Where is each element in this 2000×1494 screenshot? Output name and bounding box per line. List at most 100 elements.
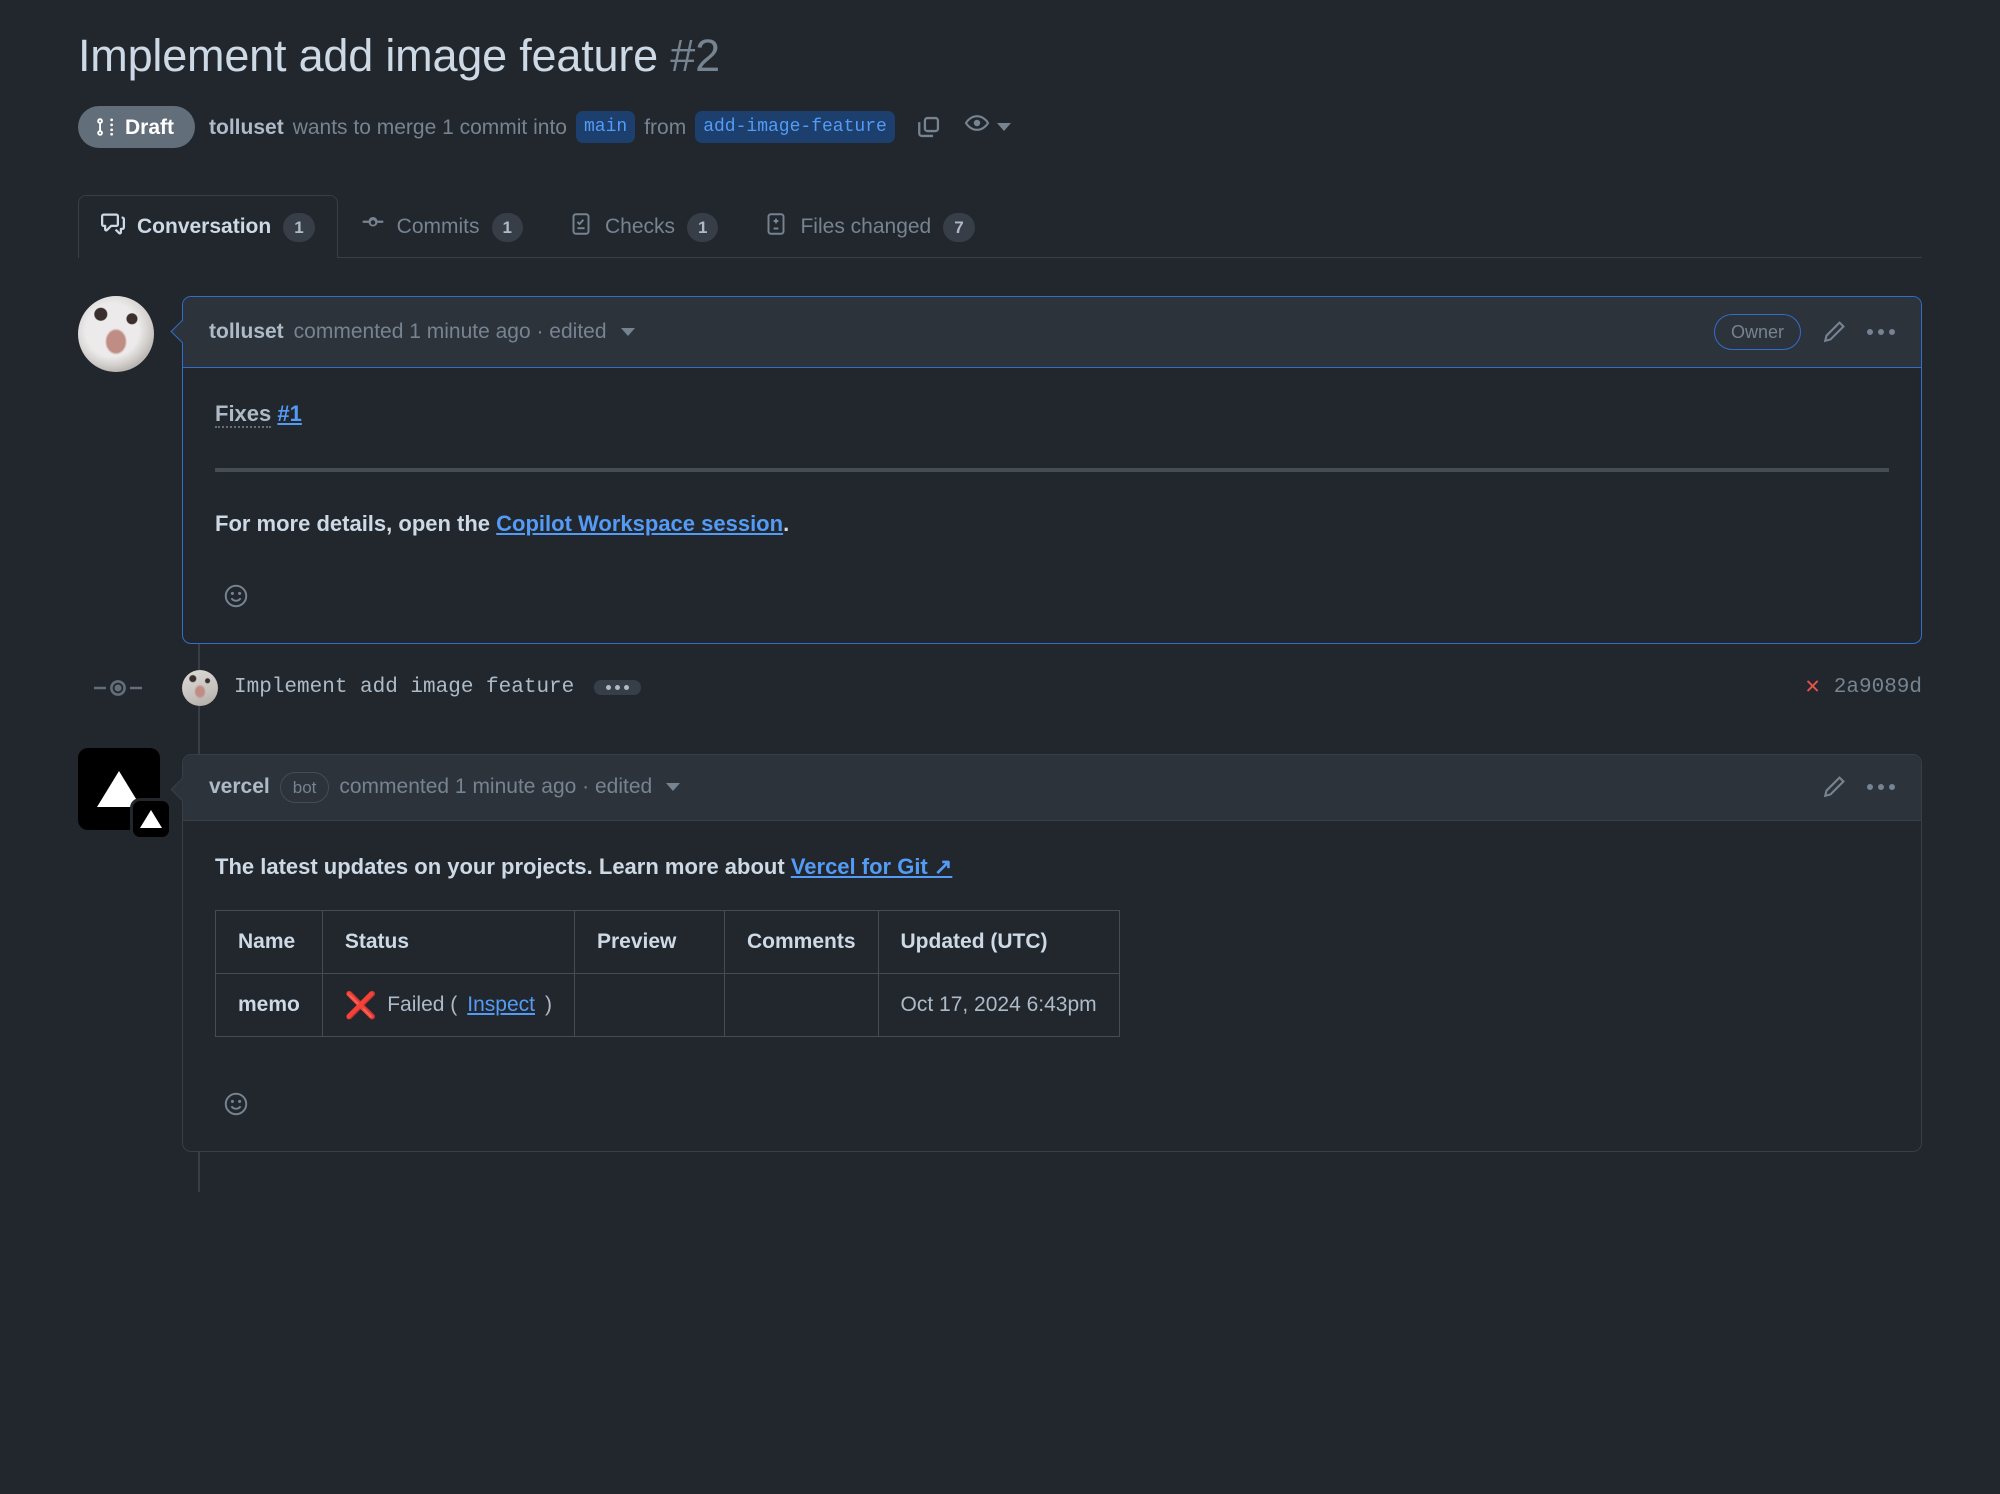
pencil-icon[interactable]: [1821, 319, 1847, 345]
reaction-row: [183, 561, 1921, 643]
comment-timestamp: commented 1 minute ago · edited: [293, 320, 607, 344]
eye-icon: [963, 110, 991, 144]
detail-line: For more details, open the Copilot Works…: [215, 506, 1889, 541]
comment-header: tolluset commented 1 minute ago · edited…: [183, 297, 1921, 369]
status-badge-label: Draft: [125, 115, 175, 139]
base-branch-chip[interactable]: main: [575, 111, 636, 144]
merge-description: tolluset wants to merge 1 commit into ma…: [209, 110, 1011, 144]
avatar[interactable]: [78, 296, 154, 373]
comment-body: Fixes #1 For more details, open the Copi…: [183, 368, 1921, 560]
kebab-horizontal-icon[interactable]: [1867, 329, 1895, 336]
comment-actions: [1821, 774, 1895, 800]
tab-conversation-label: Conversation: [137, 215, 272, 239]
timeline-item-comment: tolluset commented 1 minute ago · edited…: [78, 296, 1922, 644]
chevron-down-icon: [996, 123, 1011, 132]
smiley-icon[interactable]: [215, 575, 257, 617]
tab-checks-count: 1: [687, 212, 719, 242]
table-header-row: Name Status Preview Comments Updated (UT…: [215, 910, 1120, 974]
comment-actions: Owner: [1713, 314, 1895, 351]
tab-commits-label: Commits: [396, 215, 480, 239]
smiley-icon[interactable]: [215, 1083, 257, 1125]
checklist-icon: [569, 212, 593, 242]
chevron-down-icon[interactable]: [620, 328, 635, 337]
author-association-badge: Owner: [1713, 314, 1801, 351]
commit-message[interactable]: Implement add image feature: [234, 676, 574, 699]
title-row: Implement add image feature #2: [78, 0, 1922, 84]
kebab-horizontal-icon[interactable]: [1867, 784, 1895, 791]
pr-author[interactable]: tolluset: [209, 113, 284, 142]
divider: [215, 467, 1889, 472]
tab-files-changed-label: Files changed: [800, 215, 932, 239]
vercel-intro-line: The latest updates on your projects. Lea…: [215, 849, 1889, 884]
timeline-item-commit: Implement add image feature ✕ 2a9089d: [94, 644, 1922, 732]
vercel-intro-bold: The latest updates on your projects.: [215, 854, 593, 880]
commit-sha[interactable]: 2a9089d: [1834, 676, 1922, 699]
table-row: memo ❌ Failed (Inspect) Oct 17, 2024 6:4…: [215, 973, 1120, 1037]
merge-text-middle: from: [644, 115, 687, 139]
copilot-workspace-link[interactable]: Copilot Workspace session: [496, 511, 783, 536]
watch-button[interactable]: [963, 110, 1011, 144]
detail-suffix: .: [783, 510, 790, 536]
tab-files-changed-count: 7: [943, 212, 975, 242]
git-commit-icon: [94, 675, 142, 701]
vercel-badge-icon: [130, 797, 172, 840]
comment-timestamp: commented 1 minute ago · edited: [339, 775, 653, 799]
git-pull-request-draft-icon: [96, 115, 116, 139]
vercel-for-git-link[interactable]: Vercel for Git ↗: [791, 854, 953, 879]
pr-tabs: Conversation 1 Commits 1 Checks 1 Files …: [78, 194, 1922, 259]
pull-request-page: Implement add image feature #2 Draft tol…: [0, 0, 2000, 1494]
pencil-icon[interactable]: [1821, 774, 1847, 800]
deployments-table: Name Status Preview Comments Updated (UT…: [215, 910, 1120, 1037]
reaction-row: [183, 1057, 1921, 1151]
head-branch-chip[interactable]: add-image-feature: [695, 111, 895, 144]
cell-preview: [573, 973, 725, 1037]
fixes-line: Fixes #1: [215, 396, 1889, 431]
commit-status-group: ✕ 2a9089d: [1805, 675, 1922, 700]
cell-status: ❌ Failed ( Inspect): [321, 973, 575, 1037]
status-badge: Draft: [78, 106, 196, 149]
column-status: Status: [321, 910, 575, 974]
fixes-label: Fixes: [215, 401, 272, 429]
git-commit-icon: [361, 212, 385, 242]
file-diff-icon: [764, 212, 788, 242]
comment-card: tolluset commented 1 minute ago · edited…: [182, 296, 1922, 644]
cell-name: memo: [215, 973, 323, 1037]
page-title: Implement add image feature #2: [78, 28, 1922, 84]
tab-conversation-count: 1: [283, 212, 315, 242]
tab-conversation[interactable]: Conversation 1: [78, 195, 338, 259]
column-preview: Preview: [573, 910, 725, 974]
comment-author[interactable]: vercel: [209, 775, 270, 799]
commit-author-avatar[interactable]: [182, 669, 218, 706]
comment-discussion-icon: [101, 212, 125, 242]
x-red-icon: ❌: [344, 989, 378, 1020]
tab-commits[interactable]: Commits 1: [338, 195, 546, 258]
copy-icon[interactable]: [916, 114, 942, 140]
tab-commits-count: 1: [491, 212, 523, 242]
vercel-intro-rest: Learn more about: [598, 854, 785, 880]
commit-menu-button[interactable]: [594, 680, 642, 696]
detail-prefix: For more details, open the: [215, 510, 491, 536]
comment-author[interactable]: tolluset: [209, 320, 284, 344]
column-name: Name: [215, 910, 323, 974]
comment-meta: vercel bot commented 1 minute ago · edit…: [209, 771, 681, 804]
x-failed-icon[interactable]: ✕: [1805, 675, 1819, 700]
pr-subheader: Draft tolluset wants to merge 1 commit i…: [78, 106, 1922, 149]
tab-checks[interactable]: Checks 1: [546, 195, 742, 258]
avatar[interactable]: [78, 747, 172, 840]
tab-files-changed[interactable]: Files changed 7: [741, 195, 997, 258]
comment-card: vercel bot commented 1 minute ago · edit…: [182, 753, 1922, 1152]
status-text-end: ): [544, 993, 552, 1016]
column-comments: Comments: [723, 910, 879, 974]
comment-header: vercel bot commented 1 minute ago · edit…: [183, 754, 1921, 822]
status-text: Failed (: [387, 993, 458, 1016]
column-updated: Updated (UTC): [877, 910, 1120, 974]
comment-meta: tolluset commented 1 minute ago · edited: [209, 320, 635, 344]
pr-title-text: Implement add image feature: [78, 30, 658, 81]
timeline-item-bot-comment: vercel bot commented 1 minute ago · edit…: [78, 747, 1922, 1152]
chevron-down-icon[interactable]: [666, 783, 681, 792]
cell-comments: [723, 973, 879, 1037]
cell-updated: Oct 17, 2024 6:43pm: [877, 973, 1120, 1037]
pr-timeline: tolluset commented 1 minute ago · edited…: [78, 296, 1922, 1192]
issue-link[interactable]: #1: [277, 401, 301, 426]
inspect-link[interactable]: Inspect: [467, 988, 535, 1022]
